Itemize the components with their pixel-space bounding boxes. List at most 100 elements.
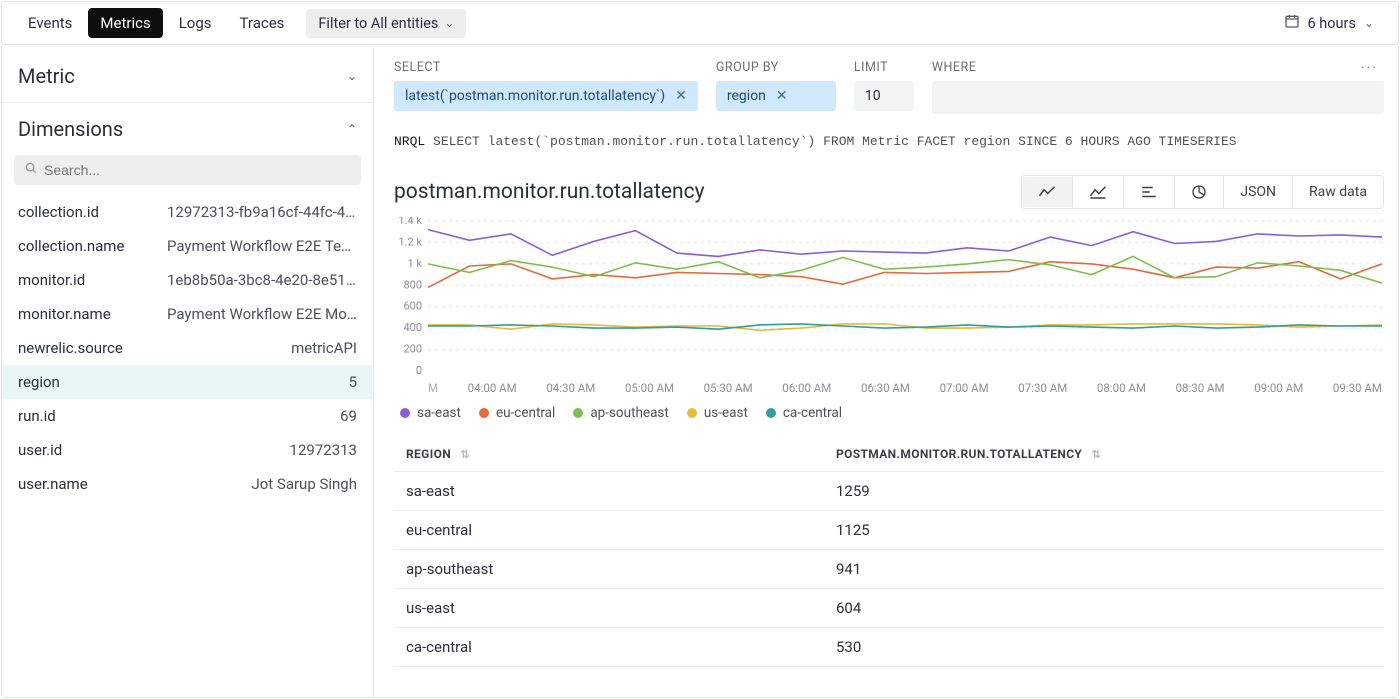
close-icon[interactable]: ✕ — [776, 88, 788, 104]
tab-logs[interactable]: Logs — [167, 8, 224, 38]
cell-value: 530 — [836, 638, 1372, 656]
filter-entities-dropdown[interactable]: Filter to All entities ⌄ — [306, 9, 466, 38]
legend-item[interactable]: eu-central — [479, 405, 555, 421]
nrql-body: SELECT latest(`postman.monitor.run.total… — [433, 134, 1237, 149]
sort-icon: ⇅ — [460, 448, 470, 461]
groupby-chip[interactable]: region ✕ — [716, 81, 836, 111]
tab-metrics[interactable]: Metrics — [88, 8, 162, 38]
nrql-text: NRQL SELECT latest(`postman.monitor.run.… — [394, 134, 1384, 149]
svg-text:400: 400 — [403, 321, 422, 334]
view-line-chart[interactable] — [1022, 177, 1072, 207]
legend-swatch — [687, 408, 697, 418]
legend-swatch — [766, 408, 776, 418]
dimension-value: 12972313-fb9a16cf-44fc-4b9... — [167, 203, 357, 221]
table-row[interactable]: sa-east1259 — [394, 472, 1384, 511]
chart-header: postman.monitor.run.totallatency JSON Ra… — [394, 175, 1384, 209]
col-latency-header[interactable]: POSTMAN.MONITOR.RUN.TOTALLATENCY ⇅ — [836, 447, 1372, 461]
table-row[interactable]: ca-central530 — [394, 628, 1384, 667]
metric-section-header[interactable]: Metric ⌄ — [2, 46, 373, 102]
table-row[interactable]: eu-central1125 — [394, 511, 1384, 550]
dimensions-list: collection.id12972313-fb9a16cf-44fc-4b9.… — [2, 195, 373, 509]
legend-item[interactable]: us-east — [687, 405, 748, 421]
x-tick: 06:30 AM — [861, 381, 910, 395]
legend-item[interactable]: ca-central — [766, 405, 842, 421]
time-range-dropdown[interactable]: 6 hours ⌄ — [1274, 7, 1384, 39]
legend-item[interactable]: ap-southeast — [573, 405, 669, 421]
svg-text:1.2 k: 1.2 k — [398, 235, 422, 248]
legend-label: ap-southeast — [590, 405, 669, 421]
view-json[interactable]: JSON — [1223, 176, 1292, 208]
chart-x-axis: M04:00 AM04:30 AM05:00 AM05:30 AM06:00 A… — [394, 381, 1384, 395]
dimension-name: newrelic.source — [18, 339, 123, 357]
tab-traces[interactable]: Traces — [228, 8, 297, 38]
view-area-chart[interactable] — [1072, 177, 1123, 207]
cell-value: 941 — [836, 560, 1372, 578]
dimensions-search[interactable] — [14, 155, 361, 185]
col-region-label: REGION — [406, 447, 451, 461]
dimension-row[interactable]: run.id 69 — [2, 399, 373, 433]
cell-region: eu-central — [406, 521, 836, 539]
limit-input[interactable]: 10 — [854, 81, 914, 111]
dimension-row[interactable]: monitor.name Payment Workflow E2E Mon... — [2, 297, 373, 331]
legend-item[interactable]: sa-east — [400, 405, 461, 421]
sidebar: Metric ⌄ Dimensions ⌃ collection.id12972… — [2, 46, 374, 697]
dimension-row[interactable]: monitor.id1eb8b50a-3bc8-4e20-8e51-0... — [2, 263, 373, 297]
more-menu-button[interactable]: ··· — [1355, 56, 1384, 80]
search-input[interactable] — [44, 162, 351, 178]
dimension-row[interactable]: region5 — [2, 365, 373, 399]
dimensions-header-label: Dimensions — [18, 117, 123, 141]
dimension-value: Payment Workflow E2E Mon... — [167, 305, 357, 323]
limit-label: LIMIT — [854, 60, 914, 75]
topbar: Events Metrics Logs Traces Filter to All… — [1, 1, 1399, 45]
x-tick: 07:00 AM — [940, 381, 989, 395]
svg-text:200: 200 — [403, 343, 422, 356]
legend-label: ca-central — [783, 405, 842, 421]
svg-text:1 k: 1 k — [408, 257, 423, 270]
col-region-header[interactable]: REGION ⇅ — [406, 447, 836, 461]
cell-value: 604 — [836, 599, 1372, 617]
cell-region: ca-central — [406, 638, 836, 656]
chevron-down-icon: ⌄ — [347, 69, 357, 83]
select-chip[interactable]: latest(`postman.monitor.run.totallatency… — [394, 81, 698, 111]
legend-swatch — [573, 408, 583, 418]
view-pie-chart[interactable] — [1174, 176, 1223, 208]
dimension-row[interactable]: collection.namePayment Workflow E2E Test… — [2, 229, 373, 263]
view-bar-chart[interactable] — [1123, 177, 1174, 207]
x-tick: 05:30 AM — [704, 381, 753, 395]
dimension-value: 12972313 — [290, 441, 357, 459]
dimensions-section-header[interactable]: Dimensions ⌃ — [2, 102, 373, 155]
table-row[interactable]: ap-southeast941 — [394, 550, 1384, 589]
where-input[interactable] — [932, 81, 1384, 114]
svg-text:600: 600 — [403, 300, 422, 313]
dimension-name: run.id — [18, 407, 56, 425]
cell-value: 1259 — [836, 482, 1372, 500]
x-tick: 08:00 AM — [1097, 381, 1146, 395]
close-icon[interactable]: ✕ — [675, 88, 687, 104]
dimension-value: 5 — [349, 373, 357, 391]
x-tick: 08:30 AM — [1176, 381, 1225, 395]
dimension-name: monitor.name — [18, 305, 111, 323]
dimension-value: 69 — [340, 407, 357, 425]
dimension-row[interactable]: user.id12972313 — [2, 433, 373, 467]
cell-value: 1125 — [836, 521, 1372, 539]
dimension-name: user.name — [18, 475, 88, 493]
dimension-value: Jot Sarup Singh — [251, 475, 357, 493]
table-row[interactable]: us-east604 — [394, 589, 1384, 628]
legend-label: sa-east — [417, 405, 461, 421]
topbar-tabs: Events Metrics Logs Traces — [16, 8, 296, 38]
query-builder: SELECT latest(`postman.monitor.run.total… — [394, 60, 1384, 114]
svg-text:800: 800 — [403, 278, 422, 291]
legend-label: us-east — [704, 405, 748, 421]
dimension-row[interactable]: newrelic.sourcemetricAPI — [2, 331, 373, 365]
dimension-row[interactable]: user.name Jot Sarup Singh — [2, 467, 373, 501]
view-raw-data[interactable]: Raw data — [1292, 176, 1383, 208]
chart-legend: sa-east eu-central ap-southeast us-east ca-c… — [394, 395, 1384, 427]
x-tick: 07:30 AM — [1018, 381, 1067, 395]
metric-header-label: Metric — [18, 64, 75, 88]
cell-region: us-east — [406, 599, 836, 617]
dimension-row[interactable]: collection.id12972313-fb9a16cf-44fc-4b9.… — [2, 195, 373, 229]
sort-icon: ⇅ — [1092, 448, 1102, 461]
tab-events[interactable]: Events — [16, 8, 84, 38]
x-tick: 04:00 AM — [468, 381, 517, 395]
dimension-name: collection.name — [18, 237, 124, 255]
